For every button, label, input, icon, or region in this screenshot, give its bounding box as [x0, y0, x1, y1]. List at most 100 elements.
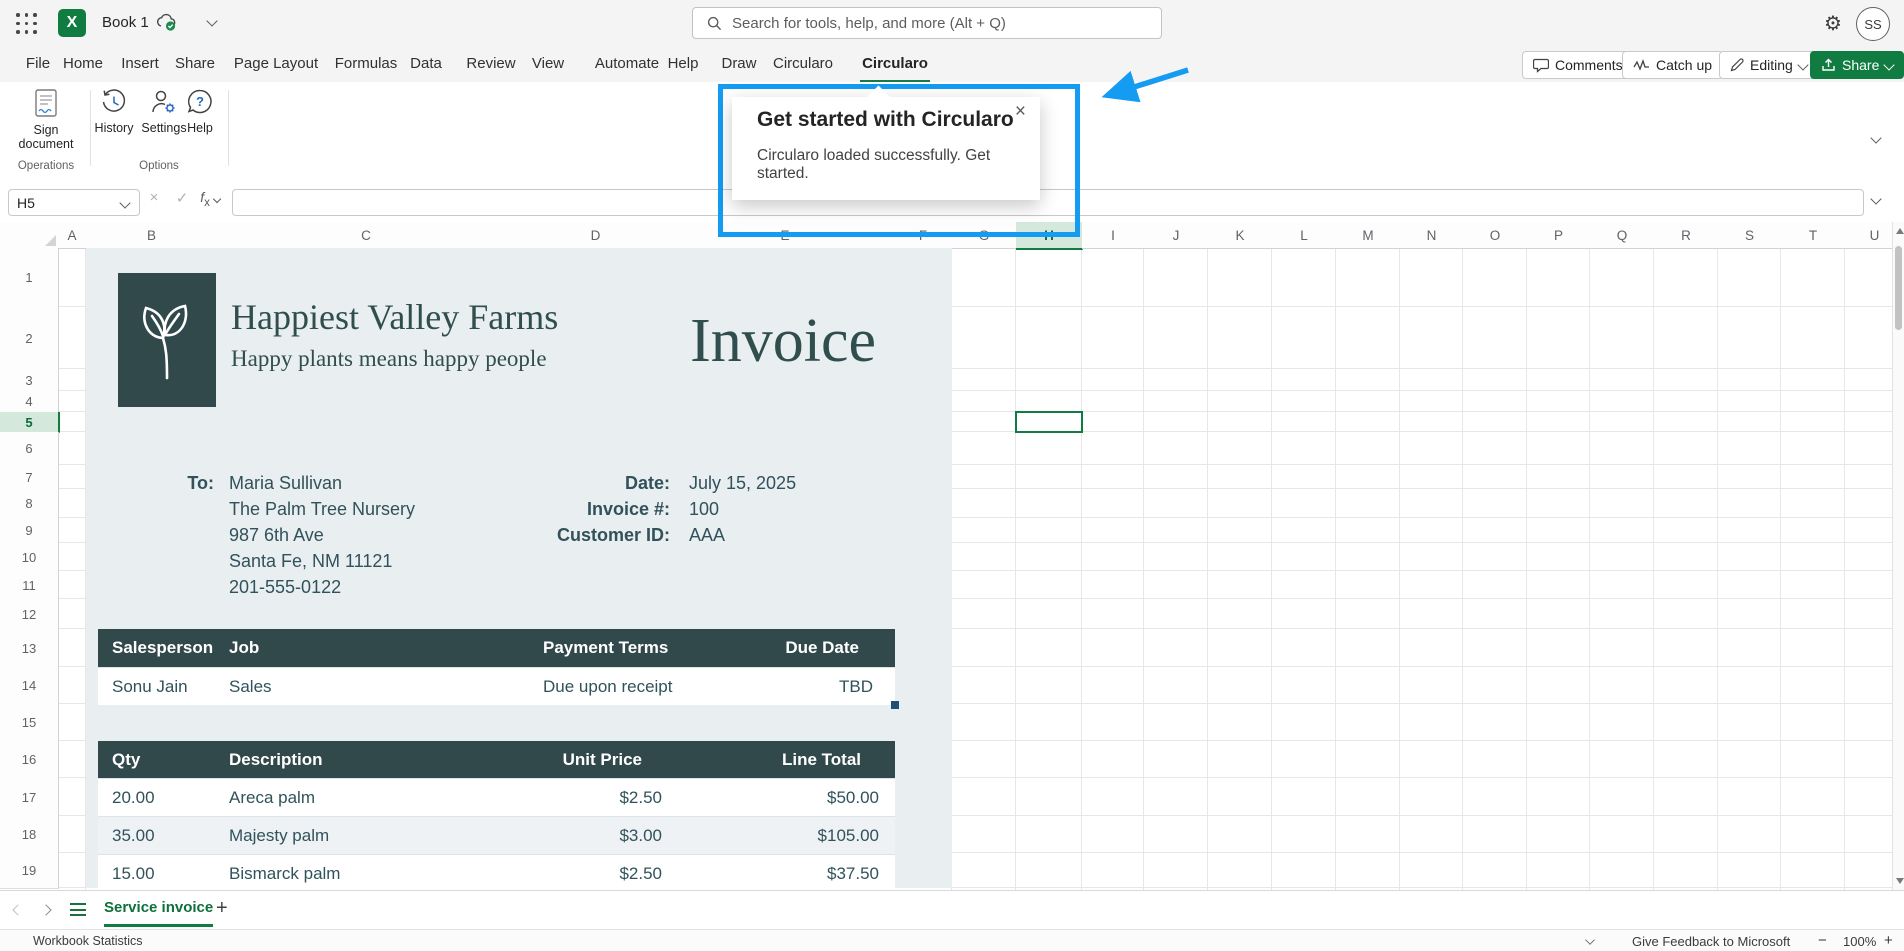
- sign-document-button[interactable]: Sign document: [10, 88, 82, 151]
- column-header-T[interactable]: T: [1781, 222, 1846, 249]
- column-header-G[interactable]: G: [952, 222, 1017, 249]
- close-icon[interactable]: ×: [1015, 101, 1026, 123]
- column-header-C[interactable]: C: [217, 222, 516, 249]
- comments-button[interactable]: Comments: [1522, 51, 1634, 79]
- add-sheet-button[interactable]: +: [216, 897, 228, 920]
- name-box[interactable]: H5: [8, 189, 140, 216]
- row-header-17[interactable]: 17: [0, 778, 59, 817]
- column-header-Q[interactable]: Q: [1590, 222, 1655, 249]
- spreadsheet-grid[interactable]: Happiest Valley Farms Happy plants means…: [0, 222, 1904, 890]
- app-launcher-waffle-icon[interactable]: [16, 13, 38, 35]
- vertical-scrollbar[interactable]: [1892, 222, 1904, 890]
- select-all-corner[interactable]: [0, 222, 59, 249]
- column-header-N[interactable]: N: [1400, 222, 1464, 249]
- zoom-level[interactable]: 100%: [1843, 934, 1876, 949]
- zoom-in-button[interactable]: +: [1884, 932, 1893, 949]
- row-header-2[interactable]: 2: [0, 307, 59, 370]
- column-header-O[interactable]: O: [1463, 222, 1528, 249]
- column-header-R[interactable]: R: [1654, 222, 1719, 249]
- zoom-out-button[interactable]: −: [1818, 932, 1827, 949]
- ribbon-tab-automate[interactable]: Automate: [591, 46, 663, 80]
- ribbon-tab-insert[interactable]: Insert: [118, 46, 162, 80]
- row-header-9[interactable]: 9: [0, 518, 59, 544]
- row-header-7[interactable]: 7: [0, 465, 59, 490]
- row-header-5[interactable]: 5: [0, 412, 60, 433]
- column-header-K[interactable]: K: [1208, 222, 1273, 249]
- row-header-15[interactable]: 15: [0, 704, 59, 742]
- sheet-tab-service-invoice[interactable]: Service invoice: [104, 899, 213, 927]
- ribbon-tab-circularo[interactable]: Circularo: [860, 46, 930, 83]
- editing-chevron-icon: [1797, 59, 1808, 70]
- settings-gear-icon[interactable]: ⚙: [1824, 11, 1842, 36]
- account-avatar[interactable]: SS: [1856, 7, 1890, 41]
- editing-mode-button[interactable]: Editing: [1719, 51, 1818, 79]
- column-header-B[interactable]: B: [86, 222, 218, 249]
- column-header-E[interactable]: E: [676, 222, 895, 249]
- status-chevron-icon[interactable]: [1585, 935, 1595, 945]
- workbook-statistics-button[interactable]: Workbook Statistics: [33, 934, 143, 948]
- address-line: 201-555-0122: [229, 574, 415, 600]
- ribbon-tab-file[interactable]: File: [24, 46, 52, 80]
- ribbon-tab-review[interactable]: Review: [465, 46, 517, 80]
- workbook-dropdown-chevron-icon[interactable]: [206, 15, 217, 26]
- row-header-18[interactable]: 18: [0, 816, 59, 854]
- formula-bar-expand-chevron-icon[interactable]: [1870, 193, 1881, 204]
- ribbon-tab-share[interactable]: Share: [173, 46, 217, 80]
- row-header-1[interactable]: 1: [0, 248, 59, 308]
- column-header-P[interactable]: P: [1527, 222, 1591, 249]
- scroll-down-icon[interactable]: [1896, 878, 1904, 884]
- column-header-J[interactable]: J: [1144, 222, 1209, 249]
- row-header-12[interactable]: 12: [0, 599, 59, 630]
- sheet-list-menu-icon[interactable]: [70, 903, 86, 916]
- scrollbar-thumb[interactable]: [1895, 246, 1902, 330]
- column-header-L[interactable]: L: [1272, 222, 1337, 249]
- formula-input[interactable]: [232, 189, 1864, 216]
- catch-up-button[interactable]: Catch up: [1622, 51, 1723, 79]
- column-header-M[interactable]: M: [1336, 222, 1401, 249]
- ribbon-tab-help[interactable]: Help: [665, 46, 701, 80]
- column-header-S[interactable]: S: [1718, 222, 1782, 249]
- next-sheet-chevron-icon[interactable]: [40, 904, 51, 915]
- ribbon-tab-data[interactable]: Data: [407, 46, 445, 80]
- column-header-D[interactable]: D: [515, 222, 677, 249]
- ribbon-tab-circularo[interactable]: Circularo: [769, 46, 837, 80]
- row-header-8[interactable]: 8: [0, 489, 59, 519]
- ribbon-collapse-chevron-icon[interactable]: [1870, 132, 1881, 143]
- share-button[interactable]: Share: [1810, 51, 1904, 79]
- row-header-16[interactable]: 16: [0, 741, 59, 779]
- table-resize-handle[interactable]: [891, 701, 899, 709]
- ribbon-tab-formulas[interactable]: Formulas: [330, 46, 402, 80]
- ribbon-tab-page-layout[interactable]: Page Layout: [231, 46, 321, 80]
- column-header-A[interactable]: A: [58, 222, 87, 249]
- row-header-13[interactable]: 13: [0, 629, 59, 668]
- history-label: History: [95, 121, 134, 135]
- ribbon-tab-view[interactable]: View: [528, 46, 568, 80]
- formula-cancel-icon[interactable]: ×: [142, 189, 166, 206]
- feedback-link[interactable]: Give Feedback to Microsoft: [1632, 934, 1790, 949]
- column-header-I[interactable]: I: [1082, 222, 1145, 249]
- row-header-3[interactable]: 3: [0, 369, 59, 392]
- invoice-meta-block: Date:July 15, 2025Invoice #:100Customer …: [386, 470, 816, 548]
- column-header-H[interactable]: H: [1016, 222, 1083, 250]
- selected-cell-H5[interactable]: [1015, 411, 1083, 433]
- row-header-10[interactable]: 10: [0, 543, 59, 572]
- formula-enter-icon[interactable]: ✓: [170, 189, 194, 207]
- table-cell: 15.00: [98, 864, 229, 884]
- help-button[interactable]: ? Help: [178, 88, 222, 135]
- row-header-4[interactable]: 4: [0, 391, 59, 413]
- history-button[interactable]: History: [88, 88, 140, 135]
- previous-sheet-chevron-icon[interactable]: [12, 904, 23, 915]
- table-cell: Majesty palm: [229, 826, 448, 846]
- ribbon-tab-draw[interactable]: Draw: [718, 46, 760, 80]
- row-header-19[interactable]: 19: [0, 853, 59, 889]
- row-header-11[interactable]: 11: [0, 571, 59, 600]
- search-input[interactable]: Search for tools, help, and more (Alt + …: [692, 7, 1162, 39]
- excel-logo-icon[interactable]: X: [58, 9, 86, 37]
- ribbon-tab-home[interactable]: Home: [62, 46, 104, 80]
- row-header-14[interactable]: 14: [0, 667, 59, 705]
- column-header-F[interactable]: F: [894, 222, 953, 249]
- scroll-up-icon[interactable]: [1896, 228, 1904, 234]
- insert-function-fx-button[interactable]: fx: [198, 189, 222, 209]
- row-header-6[interactable]: 6: [0, 432, 59, 466]
- workbook-title[interactable]: Book 1: [102, 14, 149, 31]
